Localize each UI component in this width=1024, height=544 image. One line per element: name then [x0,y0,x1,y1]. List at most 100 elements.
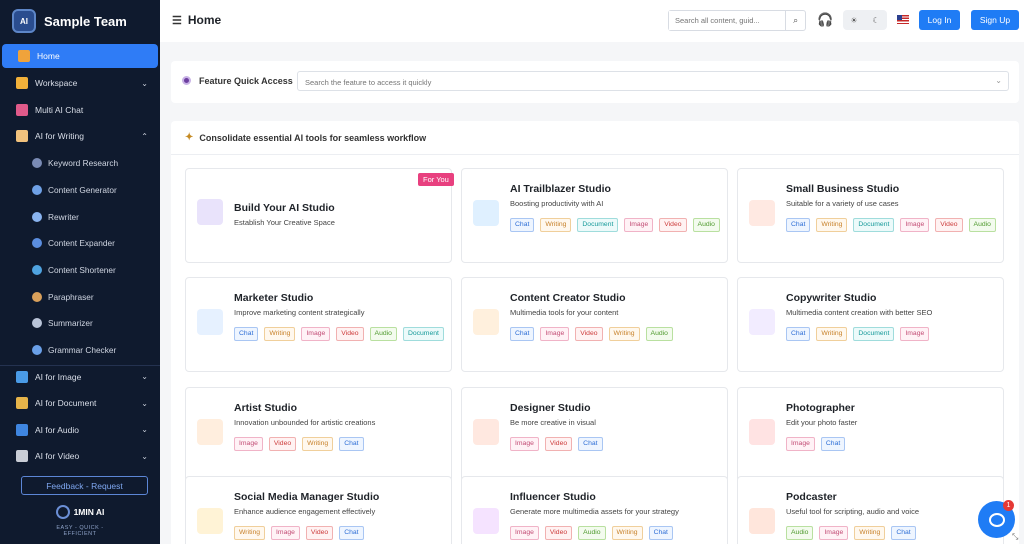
sun-icon[interactable]: ☀ [850,16,857,25]
chevron-down-icon[interactable]: ⌄ [141,425,148,434]
studio-card-tags: Chat Writing Document Image [786,327,998,341]
sidebar-subitem-content-expander[interactable]: Content Expander [0,230,160,257]
studio-card-subtitle: Innovation unbounded for artistic creati… [234,418,376,427]
moon-icon[interactable]: ☾ [872,16,879,25]
sidebar-nav: Home Workspace ⌄ Multi AI Chat AI for Writin… [0,44,160,150]
sidebar-subitem-summarizer[interactable]: Summarizer [0,310,160,337]
studio-card-build-your-ai-studio[interactable]: Build Your AI Studio Establish Your Creat… [185,168,452,263]
studio-card-subtitle: Suitable for a variety of use cases [786,199,899,208]
paraphraser-icon [32,291,42,302]
chevron-down-icon[interactable]: ⌄ [141,372,148,381]
content-creator-studio-illustration-icon [473,309,499,335]
studio-card-designer-studio[interactable]: Designer Studio Be more creative in visua… [461,387,728,482]
tag-audio: Audio [369,327,397,341]
content-shortener-icon [32,264,42,275]
sidebar-item-workspace[interactable]: Workspace ⌄ [0,70,160,97]
studio-card-marketer-studio[interactable]: Marketer Studio Improve marketing content… [185,277,452,372]
studio-card-photographer[interactable]: Photographer Edit your photo faster Image C… [737,387,1004,482]
section-divider [171,154,1019,155]
studio-card-tags: Chat Image Video Writing Audio [510,327,722,341]
signup-button[interactable]: Sign Up [971,10,1019,30]
footer-logo-name: 1MIN AI [73,506,105,517]
chevron-down-icon[interactable]: ⌄ [141,399,148,408]
sidebar-item-ai-for-image[interactable]: AI for Image ⌄ [0,363,160,390]
designer-studio-illustration-icon [473,419,499,445]
chevron-down-icon[interactable]: ⌄ [995,76,1002,85]
studio-card-title: Photographer [786,402,855,414]
writing-submenu: Keyword Research Content Generator Rewrite… [0,150,160,364]
tag-image: Image [510,526,539,540]
studio-card-subtitle: Establish Your Creative Space [234,218,335,227]
quick-access-input[interactable] [298,73,988,92]
studio-card-podcaster[interactable]: Podcaster Useful tool for scripting, audi… [737,476,1004,544]
photographer-illustration-icon [749,419,775,445]
tag-chat: Chat [786,327,811,341]
copywriter-studio-illustration-icon [749,309,775,335]
resize-handle-icon[interactable]: ⤡ [1012,532,1018,542]
studio-card-content-creator-studio[interactable]: Content Creator Studio Multimedia tools f… [461,277,728,372]
sidebar-item-ai-for-document[interactable]: AI for Document ⌄ [0,390,160,417]
studio-card-copywriter-studio[interactable]: Copywriter Studio Multimedia content crea… [737,277,1004,372]
menu-toggle-icon[interactable]: ☰ [172,14,182,27]
tag-audio: Audio [786,526,814,540]
tag-image: Image [510,437,539,451]
tag-chat: Chat [820,437,846,451]
us-flag-icon[interactable] [897,15,909,24]
feedback-request-button[interactable]: Feedback - Request [21,476,148,495]
sidebar-item-multi-ai-chat[interactable]: Multi AI Chat [0,97,160,124]
tag-chat: Chat [510,218,535,232]
studio-card-artist-studio[interactable]: Artist Studio Innovation unbounded for ar… [185,387,452,482]
sidebar-subitem-content-generator[interactable]: Content Generator [0,176,160,203]
sidebar-item-ai-for-writing[interactable]: AI for Writing ⌃ [0,123,160,150]
sidebar-subitem-rewriter[interactable]: Rewriter [0,203,160,230]
headset-support-icon[interactable]: 🎧 [817,12,833,28]
sidebar-subitem-label: Content Expander [48,238,115,249]
studio-card-tags: Chat Writing Image Video Audio Document [234,327,446,341]
global-search: ⌕ [668,10,806,31]
studio-panel: ✦ Consolidate essential AI tools for sea… [171,121,1019,544]
studio-card-subtitle: Multimedia content creation with better … [786,308,933,317]
sidebar-subitem-label: Keyword Research [48,158,119,169]
search-icon[interactable]: ⌕ [785,11,805,30]
sidebar-subitem-keyword-research[interactable]: Keyword Research [0,150,160,177]
sidebar-item-ai-for-audio[interactable]: AI for Audio ⌄ [0,416,160,443]
sidebar-subitem-content-shortener[interactable]: Content Shortener [0,257,160,284]
studio-card-subtitle: Useful tool for scripting, audio and voi… [786,507,919,516]
sidebar-subitem-paraphraser[interactable]: Paraphraser [0,283,160,310]
page-title-text: Home [187,13,222,27]
ai-trailblazer-studio-illustration-icon [473,200,499,226]
chart-bars-icon [16,77,28,90]
theme-toggle[interactable]: ☀ ☾ [843,10,887,30]
tag-document: Document [853,327,895,341]
tag-video: Video [544,526,573,540]
studio-card-tags: Chat Writing Document Image Video Audio [786,218,998,232]
chevron-down-icon[interactable]: ⌄ [141,452,148,461]
studio-card-title: Artist Studio [234,402,297,414]
sidebar-subitem-grammar-checker[interactable]: Grammar Checker [0,337,160,364]
tag-chat: Chat [234,327,259,341]
podcaster-illustration-icon [749,508,775,534]
sidebar-item-home[interactable]: Home [2,44,158,68]
studio-card-social-media-manager-studio[interactable]: Social Media Manager Studio Enhance audie… [185,476,452,544]
tag-writing: Writing [302,437,334,451]
tag-video: Video [544,437,573,451]
sidebar-item-ai-for-video[interactable]: AI for Video ⌄ [0,443,160,470]
build-your-ai-studio-illustration-icon [197,199,223,225]
studio-card-small-business-studio[interactable]: Small Business Studio Suitable for a vari… [737,168,1004,263]
sidebar-item-label: Workspace [35,78,78,89]
global-search-input[interactable] [669,11,786,30]
login-button[interactable]: Log In [919,10,960,30]
studio-card-subtitle: Edit your photo faster [786,418,858,427]
chevron-up-icon[interactable]: ⌃ [141,132,148,141]
studio-card-ai-trailblazer-studio[interactable]: AI Trailblazer Studio Boosting productivi… [461,168,728,263]
studio-card-influencer-studio[interactable]: Influencer Studio Generate more multimedi… [461,476,728,544]
tag-writing: Writing [854,526,886,540]
influencer-studio-illustration-icon [473,508,499,534]
notebook-icon [16,130,28,143]
tag-document: Document [402,327,444,341]
chevron-down-icon[interactable]: ⌄ [141,79,148,88]
quick-access-select[interactable]: ⌄ [297,71,1009,92]
tag-writing: Writing [234,526,266,540]
brand[interactable]: AI Sample Team [0,0,160,42]
tag-chat: Chat [339,437,364,451]
